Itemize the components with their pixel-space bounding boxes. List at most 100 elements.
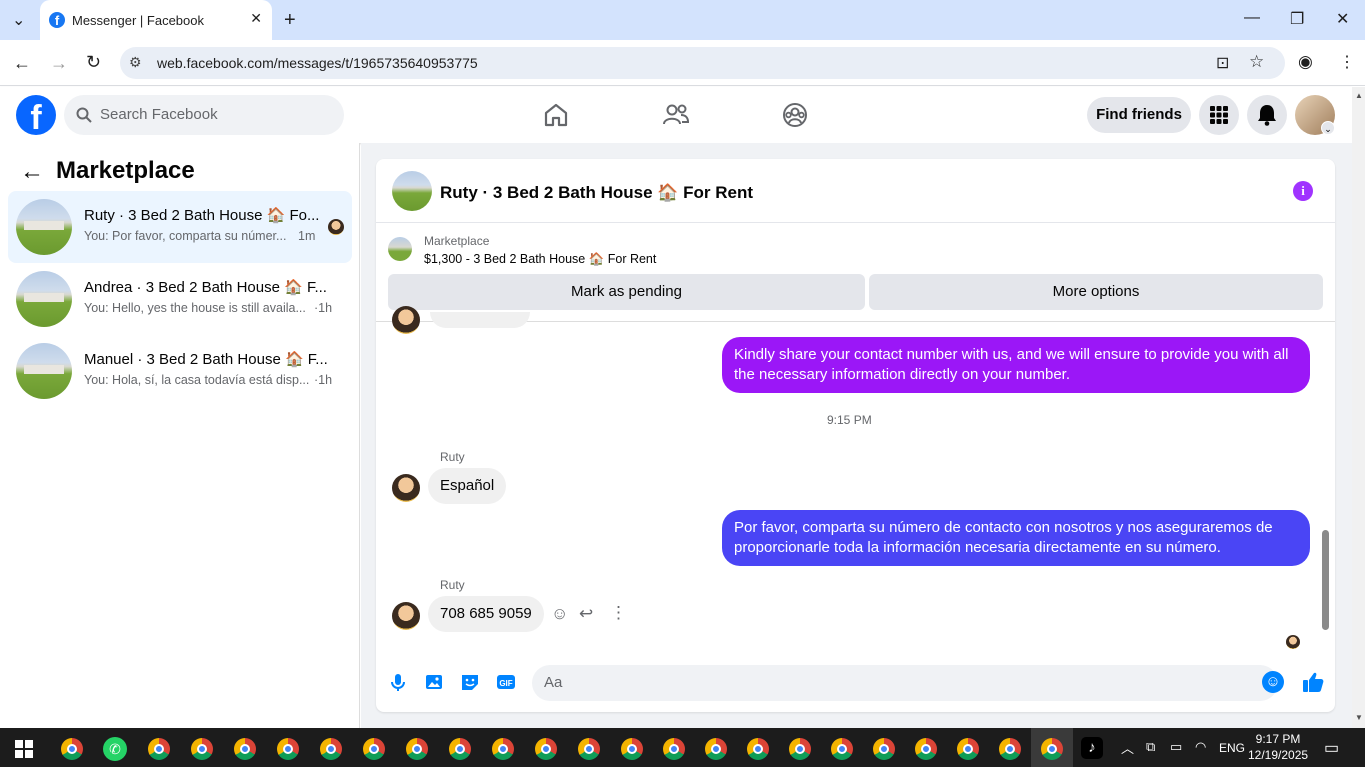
- restore-icon[interactable]: ❐: [1290, 9, 1304, 29]
- site-settings-icon[interactable]: ⚙: [129, 54, 142, 71]
- tray-time: 9:17 PM: [1255, 732, 1301, 746]
- taskbar-chrome-icon[interactable]: [957, 738, 979, 760]
- conversation-item-andrea[interactable]: Andrea · 3 Bed 2 Bath House 🏠 F... You: …: [8, 263, 352, 335]
- taskbar-whatsapp-icon[interactable]: ✆: [103, 737, 127, 761]
- message-list[interactable]: Kindly share your contact number with us…: [376, 306, 1335, 652]
- taskbar-chrome-icon[interactable]: [663, 738, 685, 760]
- conversation-item-manuel[interactable]: Manuel · 3 Bed 2 Bath House 🏠 F... You: …: [8, 335, 352, 407]
- tray-language[interactable]: ENG: [1219, 741, 1245, 755]
- bookmark-star-icon[interactable]: ☆: [1249, 52, 1264, 72]
- outgoing-message[interactable]: Kindly share your contact number with us…: [722, 337, 1310, 393]
- chat-scrollbar-thumb[interactable]: [1322, 530, 1329, 630]
- account-chevron-down-icon[interactable]: ⌄: [1321, 121, 1335, 135]
- tray-meet-icon[interactable]: ⧉: [1146, 739, 1155, 755]
- taskbar-chrome-icon[interactable]: [148, 738, 170, 760]
- conversation-snippet: You: Por favor, comparta su númer...: [84, 229, 287, 243]
- tab-title: Messenger | Facebook: [72, 13, 204, 28]
- back-icon[interactable]: ←: [13, 53, 31, 74]
- taskbar-chrome-icon[interactable]: [61, 738, 83, 760]
- friends-icon[interactable]: [661, 100, 691, 130]
- message-input[interactable]: Aa: [532, 665, 1278, 701]
- taskbar-chrome-icon[interactable]: [999, 738, 1021, 760]
- chat-title[interactable]: Ruty · 3 Bed 2 Bath House 🏠 For Rent: [440, 183, 753, 203]
- sticker-icon[interactable]: [459, 671, 481, 693]
- taskbar-chrome-icon[interactable]: [191, 738, 213, 760]
- taskbar-tiktok-icon[interactable]: ♪: [1081, 737, 1103, 759]
- conversation-name: Manuel · 3 Bed 2 Bath House 🏠 F...: [84, 351, 328, 368]
- taskbar-chrome-icon[interactable]: [363, 738, 385, 760]
- forward-icon[interactable]: →: [50, 53, 68, 74]
- marketplace-listing-thumbnail[interactable]: [388, 237, 412, 261]
- find-friends-button[interactable]: Find friends: [1087, 97, 1191, 133]
- sender-avatar[interactable]: [392, 602, 420, 630]
- grid-menu-icon: [1210, 106, 1228, 124]
- mark-as-pending-button[interactable]: Mark as pending: [388, 274, 865, 310]
- windows-start-icon[interactable]: [15, 740, 33, 758]
- outgoing-message[interactable]: Por favor, comparta su número de contact…: [722, 510, 1310, 566]
- incoming-message[interactable]: Español: [428, 468, 507, 504]
- tray-chevron-up-icon[interactable]: ︿: [1121, 738, 1134, 757]
- taskbar-chrome-icon[interactable]: [747, 738, 769, 760]
- info-icon[interactable]: i: [1293, 181, 1313, 201]
- taskbar-chrome-icon[interactable]: [320, 738, 342, 760]
- groups-icon[interactable]: [780, 100, 810, 130]
- reply-icon[interactable]: ↩: [579, 604, 593, 624]
- profile-icon[interactable]: ◉: [1298, 52, 1313, 72]
- taskbar-chrome-icon[interactable]: [449, 738, 471, 760]
- notifications-button[interactable]: [1247, 95, 1287, 135]
- react-smiley-icon[interactable]: ☺: [551, 604, 568, 624]
- install-app-icon[interactable]: ⊡: [1216, 53, 1229, 73]
- listing-title[interactable]: $1,300 - 3 Bed 2 Bath House 🏠 For Rent: [424, 252, 656, 267]
- taskbar-chrome-icon[interactable]: [492, 738, 514, 760]
- taskbar-chrome-active-icon[interactable]: [1041, 738, 1063, 760]
- taskbar-chrome-icon[interactable]: [915, 738, 937, 760]
- more-options-button[interactable]: More options: [869, 274, 1323, 310]
- close-window-icon[interactable]: ✕: [1336, 9, 1349, 29]
- sender-avatar[interactable]: [392, 474, 420, 502]
- chrome-menu-icon[interactable]: ⋮: [1339, 52, 1355, 72]
- reload-icon[interactable]: ↻: [86, 52, 101, 73]
- like-thumb-icon[interactable]: [1301, 670, 1325, 699]
- chat-panel: Ruty · 3 Bed 2 Bath House 🏠 For Rent i M…: [376, 159, 1335, 712]
- tray-wifi-icon[interactable]: ◠: [1195, 739, 1206, 755]
- taskbar-chrome-icon[interactable]: [406, 738, 428, 760]
- incoming-message[interactable]: 708 685 9059: [428, 596, 544, 632]
- taskbar-chrome-icon[interactable]: [873, 738, 895, 760]
- close-tab-icon[interactable]: ✕: [250, 10, 262, 27]
- page-scrollbar[interactable]: ▲ ▼: [1352, 87, 1365, 728]
- search-input[interactable]: Search Facebook: [64, 95, 344, 135]
- home-icon[interactable]: [541, 100, 571, 130]
- minimize-icon[interactable]: —: [1244, 9, 1260, 27]
- scroll-up-icon[interactable]: ▲: [1355, 91, 1363, 100]
- tray-clock[interactable]: 9:17 PM 12/19/2025: [1248, 731, 1308, 763]
- taskbar-chrome-icon[interactable]: [535, 738, 557, 760]
- notification-center-icon[interactable]: ▭: [1324, 738, 1339, 758]
- conversation-item-ruty[interactable]: Ruty · 3 Bed 2 Bath House 🏠 Fo... You: P…: [8, 191, 352, 263]
- more-actions-icon[interactable]: ⋮: [610, 603, 627, 623]
- new-tab-icon[interactable]: +: [284, 9, 296, 32]
- taskbar-chrome-icon[interactable]: [621, 738, 643, 760]
- listing-thumbnail: [16, 271, 72, 327]
- emoji-icon[interactable]: ☺: [1262, 671, 1284, 693]
- message-timestamp: 9:15 PM: [827, 413, 872, 427]
- chat-thumbnail[interactable]: [392, 171, 432, 211]
- chat-scrollbar[interactable]: [1320, 322, 1332, 652]
- facebook-logo-icon[interactable]: f: [16, 95, 56, 137]
- tab-search-icon[interactable]: ⌄: [12, 10, 25, 30]
- url-text[interactable]: web.facebook.com/messages/t/196573564095…: [157, 55, 478, 71]
- gif-icon[interactable]: GIF: [495, 671, 517, 693]
- browser-tab[interactable]: f Messenger | Facebook ✕: [40, 0, 272, 40]
- taskbar-chrome-icon[interactable]: [234, 738, 256, 760]
- taskbar-chrome-icon[interactable]: [578, 738, 600, 760]
- tray-battery-icon[interactable]: ▭: [1170, 739, 1182, 755]
- photo-icon[interactable]: [423, 671, 445, 693]
- taskbar-chrome-icon[interactable]: [705, 738, 727, 760]
- microphone-icon[interactable]: [387, 671, 409, 693]
- scroll-down-icon[interactable]: ▼: [1355, 713, 1363, 722]
- back-arrow-icon[interactable]: ←: [20, 158, 44, 186]
- taskbar-chrome-icon[interactable]: [789, 738, 811, 760]
- taskbar-chrome-icon[interactable]: [277, 738, 299, 760]
- sender-name: Ruty: [440, 578, 465, 592]
- menu-button[interactable]: [1199, 95, 1239, 135]
- taskbar-chrome-icon[interactable]: [831, 738, 853, 760]
